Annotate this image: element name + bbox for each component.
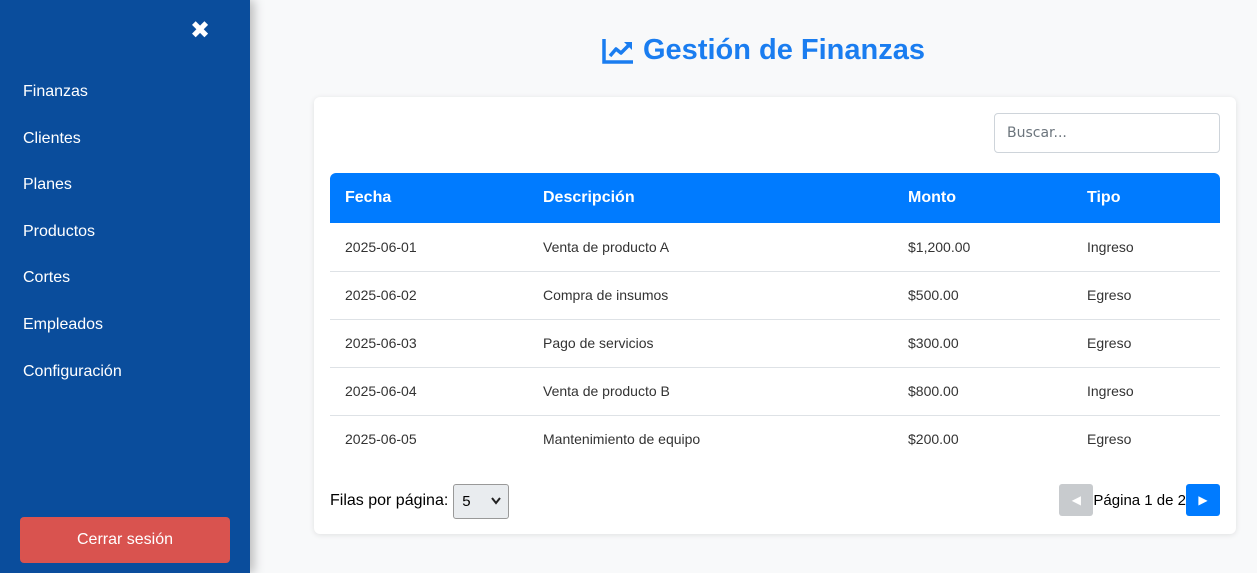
sidebar-item-cortes[interactable]: Cortes bbox=[0, 255, 250, 302]
column-header-monto[interactable]: Monto bbox=[893, 173, 1072, 223]
cell-monto: $1,200.00 bbox=[893, 223, 1072, 272]
sidebar: ✖ Finanzas Clientes Planes Productos Cor… bbox=[0, 0, 250, 573]
column-header-tipo[interactable]: Tipo bbox=[1072, 173, 1220, 223]
cell-monto: $800.00 bbox=[893, 367, 1072, 416]
cell-descripcion: Compra de insumos bbox=[528, 271, 893, 320]
cell-tipo: Egreso bbox=[1072, 271, 1220, 320]
cell-fecha: 2025-06-03 bbox=[330, 319, 528, 368]
next-page-button[interactable]: ▶ bbox=[1186, 484, 1220, 516]
cell-descripcion: Pago de servicios bbox=[528, 319, 893, 368]
cell-tipo: Egreso bbox=[1072, 319, 1220, 368]
sidebar-item-planes[interactable]: Planes bbox=[0, 162, 250, 209]
cell-monto: $300.00 bbox=[893, 319, 1072, 368]
rows-per-page-label: Filas por página: bbox=[330, 492, 449, 509]
cell-tipo: Ingreso bbox=[1072, 223, 1220, 272]
cell-fecha: 2025-06-02 bbox=[330, 271, 528, 320]
sidebar-item-configuracion[interactable]: Configuración bbox=[0, 349, 250, 396]
sidebar-item-empleados[interactable]: Empleados bbox=[0, 302, 250, 349]
sidebar-item-finanzas[interactable]: Finanzas bbox=[0, 69, 250, 116]
cell-descripcion: Mantenimiento de equipo bbox=[543, 431, 701, 448]
table-row[interactable]: 2025-06-01 Venta de producto A $1,200.00… bbox=[330, 223, 1220, 272]
page-title: Gestión de Finanzas bbox=[270, 30, 1257, 70]
previous-page-button[interactable]: ◀ bbox=[1059, 484, 1094, 516]
table-row[interactable]: 2025-06-04 Venta de producto B $800.00 I… bbox=[330, 367, 1220, 416]
cell-monto: $200.00 bbox=[908, 431, 959, 448]
search-input[interactable] bbox=[994, 113, 1220, 153]
chart-line-icon bbox=[602, 37, 635, 64]
table-row[interactable]: 2025-06-03 Pago de servicios $300.00 Egr… bbox=[330, 319, 1220, 368]
cell-tipo: Egreso bbox=[1087, 431, 1132, 448]
sidebar-item-productos[interactable]: Productos bbox=[0, 209, 250, 256]
page-info: Página 1 de 2 bbox=[1093, 491, 1186, 509]
rows-per-page-value: 5 bbox=[462, 492, 471, 510]
logout-button[interactable]: Cerrar sesión bbox=[20, 517, 230, 563]
rows-per-page-select[interactable]: 5 bbox=[453, 483, 510, 519]
page-title-text: Gestión de Finanzas bbox=[643, 34, 925, 66]
rows-per-page: Filas por página: 5 bbox=[330, 483, 510, 519]
cell-monto: $500.00 bbox=[893, 271, 1072, 320]
cell-fecha: 2025-06-05 bbox=[345, 431, 417, 448]
table-header-row: Fecha Descripción Monto Tipo bbox=[330, 173, 1220, 223]
cell-descripcion: Venta de producto B bbox=[528, 367, 893, 416]
cell-descripcion: Venta de producto A bbox=[528, 223, 893, 272]
column-header-fecha[interactable]: Fecha bbox=[330, 173, 528, 223]
cell-fecha: 2025-06-04 bbox=[330, 367, 528, 416]
sidebar-nav: Finanzas Clientes Planes Productos Corte… bbox=[0, 69, 250, 395]
column-header-descripcion[interactable]: Descripción bbox=[528, 173, 893, 223]
finance-card: Fecha Descripción Monto Tipo 2025-06-01 … bbox=[314, 97, 1236, 534]
sidebar-item-clientes[interactable]: Clientes bbox=[0, 116, 250, 163]
table-row[interactable]: 2025-06-02 Compra de insumos $500.00 Egr… bbox=[330, 271, 1220, 320]
pagination: ◀ Página 1 de 2 ▶ bbox=[1059, 484, 1220, 516]
table-row[interactable]: 2025-06-05 Mantenimiento de equipo $200.… bbox=[330, 415, 1220, 463]
cell-tipo: Ingreso bbox=[1072, 367, 1220, 416]
cell-fecha: 2025-06-01 bbox=[330, 223, 528, 272]
finance-table: Fecha Descripción Monto Tipo 2025-06-01 … bbox=[330, 173, 1220, 463]
close-sidebar-icon[interactable]: ✖ bbox=[186, 16, 214, 44]
chevron-down-icon bbox=[490, 494, 502, 511]
